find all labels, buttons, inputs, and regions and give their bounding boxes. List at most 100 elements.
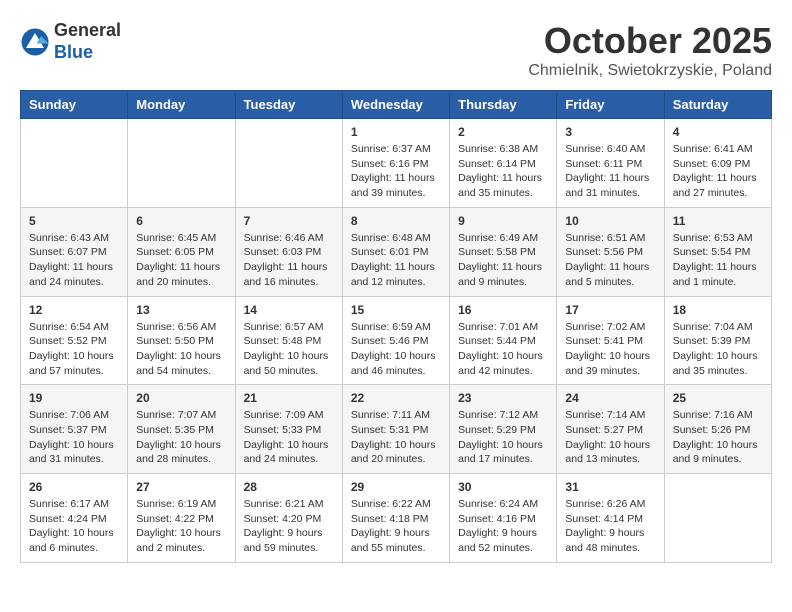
day-number: 16 — [458, 303, 548, 317]
day-info: Sunrise: 7:14 AMSunset: 5:27 PMDaylight:… — [565, 408, 655, 467]
day-number: 18 — [673, 303, 763, 317]
day-cell-23: 23 Sunrise: 7:12 AMSunset: 5:29 PMDayligh… — [450, 385, 557, 474]
logo-blue: Blue — [54, 42, 121, 64]
calendar: SundayMondayTuesdayWednesdayThursdayFrid… — [20, 90, 772, 563]
day-info: Sunrise: 6:43 AMSunset: 6:07 PMDaylight:… — [29, 231, 119, 290]
day-info: Sunrise: 6:59 AMSunset: 5:46 PMDaylight:… — [351, 320, 441, 379]
day-cell-2: 2 Sunrise: 6:38 AMSunset: 6:14 PMDaylight… — [450, 119, 557, 208]
day-number: 10 — [565, 214, 655, 228]
day-cell-11: 11Sunrise: 6:53 AMSunset: 5:54 PMDayligh… — [664, 207, 771, 296]
location: Chmielnik, Swietokrzyskie, Poland — [528, 62, 772, 80]
week-row-1: 1Sunrise: 6:37 AMSunset: 6:16 PMDaylight… — [21, 119, 772, 208]
day-info: Sunrise: 6:24 AMSunset: 4:16 PMDaylight:… — [458, 497, 548, 556]
day-number: 11 — [673, 214, 763, 228]
week-row-4: 19 Sunrise: 7:06 AMSunset: 5:37 PMDayligh… — [21, 385, 772, 474]
day-cell-15: 15 Sunrise: 6:59 AMSunset: 5:46 PMDayligh… — [342, 296, 449, 385]
day-cell-25: 25Sunrise: 7:16 AMSunset: 5:26 PMDayligh… — [664, 385, 771, 474]
day-number: 9 — [458, 214, 548, 228]
day-cell-10: 10 Sunrise: 6:51 AMSunset: 5:56 PMDayligh… — [557, 207, 664, 296]
day-cell-14: 14 Sunrise: 6:57 AMSunset: 5:48 PMDayligh… — [235, 296, 342, 385]
day-info: Sunrise: 6:57 AMSunset: 5:48 PMDaylight:… — [244, 320, 334, 379]
day-cell-24: 24 Sunrise: 7:14 AMSunset: 5:27 PMDayligh… — [557, 385, 664, 474]
weekday-header-friday: Friday — [557, 91, 664, 119]
day-number: 14 — [244, 303, 334, 317]
week-row-2: 5 Sunrise: 6:43 AMSunset: 6:07 PMDaylight… — [21, 207, 772, 296]
logo: General Blue — [20, 20, 121, 63]
week-row-5: 26 Sunrise: 6:17 AMSunset: 4:24 PMDayligh… — [21, 474, 772, 563]
day-cell-empty — [664, 474, 771, 563]
day-info: Sunrise: 6:54 AMSunset: 5:52 PMDaylight:… — [29, 320, 119, 379]
day-number: 23 — [458, 391, 548, 405]
day-info: Sunrise: 7:01 AMSunset: 5:44 PMDaylight:… — [458, 320, 548, 379]
day-info: Sunrise: 6:46 AMSunset: 6:03 PMDaylight:… — [244, 231, 334, 290]
day-number: 26 — [29, 480, 119, 494]
day-info: Sunrise: 6:17 AMSunset: 4:24 PMDaylight:… — [29, 497, 119, 556]
day-cell-empty — [235, 119, 342, 208]
day-number: 30 — [458, 480, 548, 494]
day-cell-27: 27 Sunrise: 6:19 AMSunset: 4:22 PMDayligh… — [128, 474, 235, 563]
weekday-header-sunday: Sunday — [21, 91, 128, 119]
day-info: Sunrise: 7:16 AMSunset: 5:26 PMDaylight:… — [673, 408, 763, 467]
day-info: Sunrise: 6:21 AMSunset: 4:20 PMDaylight:… — [244, 497, 334, 556]
day-info: Sunrise: 6:51 AMSunset: 5:56 PMDaylight:… — [565, 231, 655, 290]
day-info: Sunrise: 6:56 AMSunset: 5:50 PMDaylight:… — [136, 320, 226, 379]
day-info: Sunrise: 7:06 AMSunset: 5:37 PMDaylight:… — [29, 408, 119, 467]
day-cell-16: 16 Sunrise: 7:01 AMSunset: 5:44 PMDayligh… — [450, 296, 557, 385]
day-info: Sunrise: 6:22 AMSunset: 4:18 PMDaylight:… — [351, 497, 441, 556]
day-cell-8: 8 Sunrise: 6:48 AMSunset: 6:01 PMDaylight… — [342, 207, 449, 296]
day-cell-3: 3Sunrise: 6:40 AMSunset: 6:11 PMDaylight… — [557, 119, 664, 208]
day-info: Sunrise: 7:11 AMSunset: 5:31 PMDaylight:… — [351, 408, 441, 467]
day-number: 13 — [136, 303, 226, 317]
day-cell-13: 13 Sunrise: 6:56 AMSunset: 5:50 PMDayligh… — [128, 296, 235, 385]
weekday-header-row: SundayMondayTuesdayWednesdayThursdayFrid… — [21, 91, 772, 119]
day-cell-29: 29 Sunrise: 6:22 AMSunset: 4:18 PMDayligh… — [342, 474, 449, 563]
day-cell-1: 1Sunrise: 6:37 AMSunset: 6:16 PMDaylight… — [342, 119, 449, 208]
day-number: 12 — [29, 303, 119, 317]
day-info: Sunrise: 6:26 AMSunset: 4:14 PMDaylight:… — [565, 497, 655, 556]
week-row-3: 12 Sunrise: 6:54 AMSunset: 5:52 PMDayligh… — [21, 296, 772, 385]
day-number: 2 — [458, 125, 548, 139]
day-number: 24 — [565, 391, 655, 405]
day-cell-22: 22Sunrise: 7:11 AMSunset: 5:31 PMDayligh… — [342, 385, 449, 474]
day-number: 15 — [351, 303, 441, 317]
day-info: Sunrise: 6:48 AMSunset: 6:01 PMDaylight:… — [351, 231, 441, 290]
day-cell-9: 9 Sunrise: 6:49 AMSunset: 5:58 PMDaylight… — [450, 207, 557, 296]
day-cell-17: 17Sunrise: 7:02 AMSunset: 5:41 PMDayligh… — [557, 296, 664, 385]
weekday-header-thursday: Thursday — [450, 91, 557, 119]
day-cell-7: 7 Sunrise: 6:46 AMSunset: 6:03 PMDaylight… — [235, 207, 342, 296]
title-section: October 2025 Chmielnik, Swietokrzyskie, … — [528, 20, 772, 80]
day-info: Sunrise: 7:07 AMSunset: 5:35 PMDaylight:… — [136, 408, 226, 467]
day-number: 1 — [351, 125, 441, 139]
day-cell-31: 31 Sunrise: 6:26 AMSunset: 4:14 PMDayligh… — [557, 474, 664, 563]
day-number: 4 — [673, 125, 763, 139]
day-info: Sunrise: 7:04 AMSunset: 5:39 PMDaylight:… — [673, 320, 763, 379]
day-cell-19: 19 Sunrise: 7:06 AMSunset: 5:37 PMDayligh… — [21, 385, 128, 474]
day-info: Sunrise: 6:19 AMSunset: 4:22 PMDaylight:… — [136, 497, 226, 556]
day-info: Sunrise: 6:38 AMSunset: 6:14 PMDaylight:… — [458, 142, 548, 201]
day-number: 6 — [136, 214, 226, 228]
day-number: 5 — [29, 214, 119, 228]
month-title: October 2025 — [528, 20, 772, 62]
day-number: 31 — [565, 480, 655, 494]
day-number: 28 — [244, 480, 334, 494]
day-number: 7 — [244, 214, 334, 228]
day-info: Sunrise: 7:12 AMSunset: 5:29 PMDaylight:… — [458, 408, 548, 467]
day-cell-empty — [21, 119, 128, 208]
day-cell-30: 30 Sunrise: 6:24 AMSunset: 4:16 PMDayligh… — [450, 474, 557, 563]
day-number: 27 — [136, 480, 226, 494]
logo-text: General Blue — [54, 20, 121, 63]
day-number: 17 — [565, 303, 655, 317]
weekday-header-monday: Monday — [128, 91, 235, 119]
weekday-header-saturday: Saturday — [664, 91, 771, 119]
logo-general: General — [54, 20, 121, 42]
day-cell-empty — [128, 119, 235, 208]
day-number: 19 — [29, 391, 119, 405]
day-info: Sunrise: 6:49 AMSunset: 5:58 PMDaylight:… — [458, 231, 548, 290]
day-number: 29 — [351, 480, 441, 494]
weekday-header-tuesday: Tuesday — [235, 91, 342, 119]
day-cell-20: 20Sunrise: 7:07 AMSunset: 5:35 PMDayligh… — [128, 385, 235, 474]
day-info: Sunrise: 7:09 AMSunset: 5:33 PMDaylight:… — [244, 408, 334, 467]
day-number: 8 — [351, 214, 441, 228]
day-cell-18: 18 Sunrise: 7:04 AMSunset: 5:39 PMDayligh… — [664, 296, 771, 385]
day-number: 3 — [565, 125, 655, 139]
